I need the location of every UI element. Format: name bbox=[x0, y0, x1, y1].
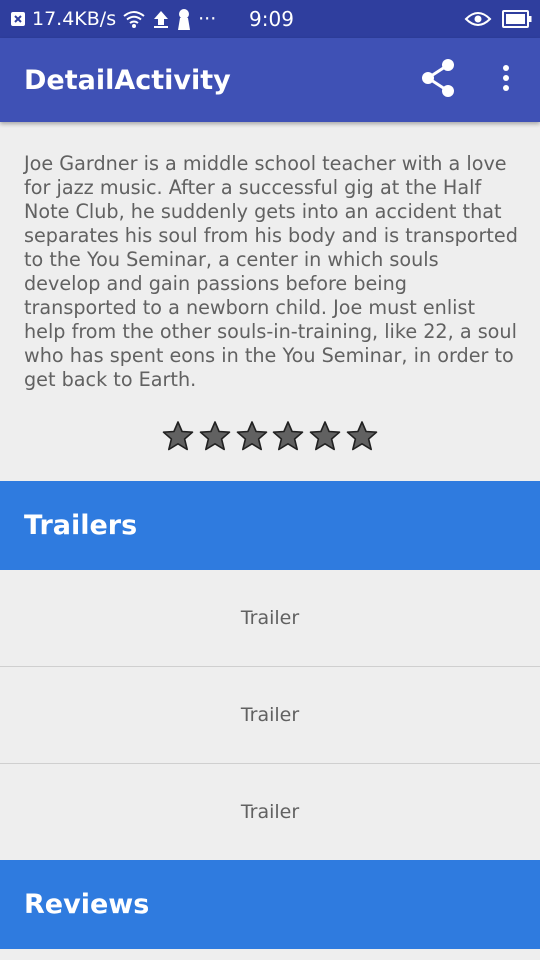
status-left: 17.4KB/s ··· bbox=[0, 0, 216, 38]
close-box-icon bbox=[10, 11, 26, 27]
trailers-header: Trailers bbox=[0, 481, 540, 570]
keyhole-icon bbox=[176, 8, 192, 30]
star-icon bbox=[162, 421, 194, 451]
app-title: DetailActivity bbox=[24, 64, 231, 96]
eye-icon bbox=[464, 11, 492, 27]
more-vert-icon bbox=[502, 64, 510, 96]
status-right bbox=[464, 0, 532, 38]
trailer-list: Trailer Trailer Trailer bbox=[0, 570, 540, 860]
share-button[interactable] bbox=[412, 56, 464, 104]
wifi-icon bbox=[122, 9, 146, 29]
star-icon bbox=[199, 421, 231, 451]
movie-overview: Joe Gardner is a middle school teacher w… bbox=[24, 152, 518, 391]
star-icon bbox=[236, 421, 267, 451]
battery-icon bbox=[502, 10, 532, 28]
trailer-item[interactable]: Trailer bbox=[0, 570, 540, 667]
status-bar: 17.4KB/s ··· 9:09 bbox=[0, 0, 540, 38]
share-icon bbox=[419, 58, 457, 102]
trailer-item[interactable]: Trailer bbox=[0, 667, 540, 764]
star-icon bbox=[309, 421, 341, 451]
star-icon bbox=[346, 421, 378, 451]
rating-bar[interactable] bbox=[162, 418, 378, 454]
clock: 9:09 bbox=[249, 7, 294, 31]
upload-icon bbox=[152, 9, 170, 29]
more-options-button[interactable] bbox=[488, 56, 524, 104]
reviews-header: Reviews bbox=[0, 860, 540, 949]
ellipsis: ··· bbox=[198, 8, 217, 30]
net-speed: 17.4KB/s bbox=[32, 8, 117, 30]
star-icon bbox=[273, 421, 304, 451]
trailer-item[interactable]: Trailer bbox=[0, 764, 540, 860]
app-bar: DetailActivity bbox=[0, 38, 540, 122]
